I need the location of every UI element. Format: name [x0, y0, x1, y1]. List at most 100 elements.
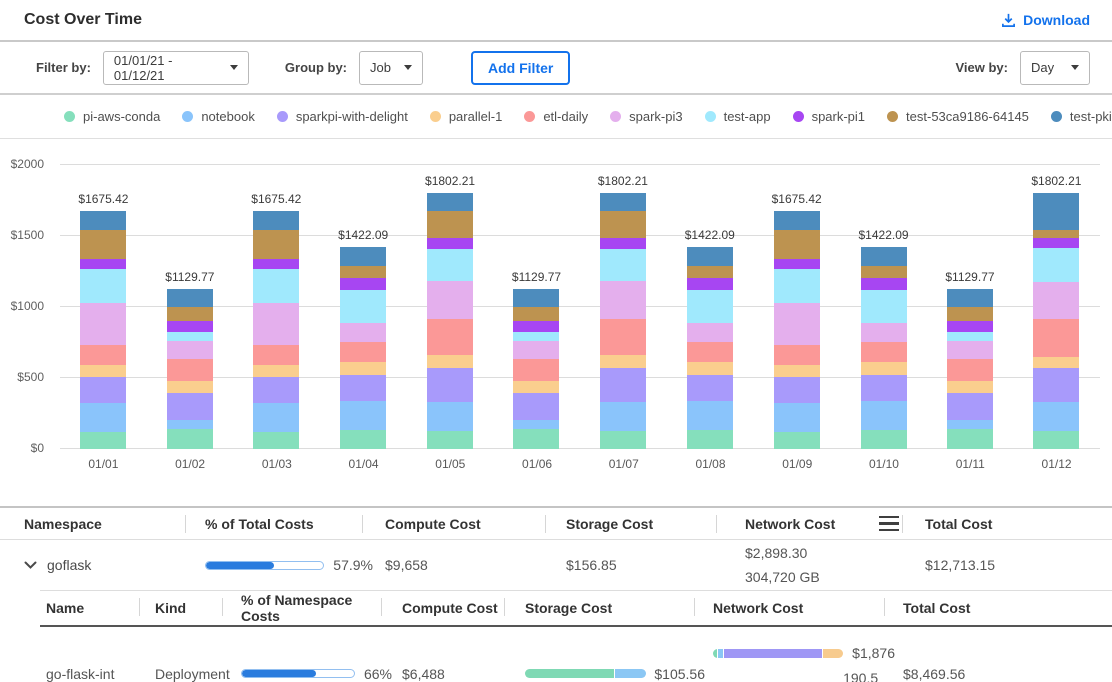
bar-segment[interactable] [167, 393, 213, 420]
bar-segment[interactable] [600, 319, 646, 355]
bar-segment[interactable] [167, 321, 213, 332]
bar-segment[interactable] [80, 259, 126, 270]
bar-segment[interactable] [861, 375, 907, 401]
bar-segment[interactable] [167, 307, 213, 322]
bar-segment[interactable] [1033, 193, 1079, 229]
bar-segment[interactable] [687, 362, 733, 374]
bar-segment[interactable] [861, 362, 907, 374]
bar-segment[interactable] [1033, 431, 1079, 449]
legend-item[interactable]: etl-daily [524, 109, 588, 124]
legend-item[interactable]: test-53ca9186-64145 [887, 109, 1029, 124]
bar-segment[interactable] [947, 359, 993, 381]
stacked-bar[interactable] [600, 193, 646, 449]
bar-segment[interactable] [687, 266, 733, 278]
chevron-down-icon[interactable] [24, 561, 37, 570]
bar-segment[interactable] [340, 362, 386, 374]
stacked-bar[interactable] [340, 247, 386, 449]
bar-segment[interactable] [167, 332, 213, 341]
bar-segment[interactable] [687, 401, 733, 431]
bar-segment[interactable] [427, 402, 473, 430]
bar-segment[interactable] [427, 249, 473, 281]
group-by-select[interactable]: Job [359, 51, 423, 85]
bar-segment[interactable] [253, 211, 299, 230]
legend-item[interactable]: spark-pi1 [793, 109, 865, 124]
subcol-pct-namespace-costs[interactable]: % of Namespace Costs [233, 591, 392, 625]
bar-segment[interactable] [427, 431, 473, 449]
bar-segment[interactable] [513, 381, 559, 394]
bar-segment[interactable] [861, 342, 907, 363]
subcol-storage-cost[interactable]: Storage Cost [515, 591, 705, 625]
col-storage-cost[interactable]: Storage Cost [556, 508, 727, 539]
bar-segment[interactable] [600, 281, 646, 319]
bar-segment[interactable] [80, 403, 126, 432]
legend-item[interactable]: sparkpi-with-delight [277, 109, 408, 124]
bar-segment[interactable] [513, 332, 559, 341]
bar-segment[interactable] [340, 278, 386, 290]
bar-segment[interactable] [340, 323, 386, 342]
bar-segment[interactable] [687, 247, 733, 266]
bar-segment[interactable] [427, 319, 473, 355]
bar-segment[interactable] [427, 211, 473, 238]
stacked-bar[interactable] [1033, 193, 1079, 449]
date-range-select[interactable]: 01/01/21 - 01/12/21 [103, 51, 249, 85]
bar-segment[interactable] [947, 321, 993, 332]
stacked-bar[interactable] [687, 247, 733, 449]
bar-segment[interactable] [687, 323, 733, 342]
bar-segment[interactable] [513, 307, 559, 322]
bar-segment[interactable] [427, 355, 473, 368]
col-network-cost[interactable]: Network Cost [727, 508, 913, 539]
bar-segment[interactable] [687, 375, 733, 401]
bar-segment[interactable] [340, 266, 386, 278]
legend-item[interactable]: spark-pi3 [610, 109, 682, 124]
col-total-cost[interactable]: Total Cost [913, 508, 1112, 539]
bar-segment[interactable] [427, 368, 473, 402]
bar-segment[interactable] [80, 303, 126, 346]
bar-segment[interactable] [1033, 282, 1079, 319]
bar-segment[interactable] [600, 211, 646, 238]
bar-segment[interactable] [861, 401, 907, 431]
stacked-bar[interactable] [513, 289, 559, 449]
bar-segment[interactable] [947, 332, 993, 341]
bar-segment[interactable] [600, 193, 646, 211]
bar-segment[interactable] [861, 278, 907, 290]
bar-segment[interactable] [774, 259, 820, 270]
bar-segment[interactable] [80, 269, 126, 302]
view-by-select[interactable]: Day [1020, 51, 1090, 85]
bar-segment[interactable] [600, 238, 646, 250]
bar-segment[interactable] [513, 321, 559, 332]
bar-segment[interactable] [1033, 357, 1079, 368]
stacked-bar[interactable] [774, 211, 820, 449]
bar-segment[interactable] [167, 420, 213, 429]
bar-segment[interactable] [687, 290, 733, 323]
bar-segment[interactable] [687, 342, 733, 363]
legend-item[interactable]: notebook [182, 109, 255, 124]
bar-segment[interactable] [1033, 319, 1079, 357]
bar-segment[interactable] [774, 211, 820, 230]
menu-icon[interactable] [879, 516, 899, 532]
bar-segment[interactable] [253, 230, 299, 258]
stacked-bar[interactable] [80, 211, 126, 449]
bar-segment[interactable] [947, 289, 993, 307]
bar-segment[interactable] [80, 345, 126, 364]
bar-segment[interactable] [253, 377, 299, 403]
bar-segment[interactable] [80, 365, 126, 378]
col-compute-cost[interactable]: Compute Cost [373, 508, 556, 539]
bar-segment[interactable] [513, 420, 559, 429]
bar-segment[interactable] [947, 420, 993, 429]
bar-segment[interactable] [600, 402, 646, 430]
bar-segment[interactable] [253, 432, 299, 449]
bar-segment[interactable] [774, 377, 820, 403]
stacked-bar[interactable] [427, 193, 473, 449]
bar-segment[interactable] [947, 429, 993, 449]
bar-segment[interactable] [167, 429, 213, 449]
bar-segment[interactable] [80, 211, 126, 230]
bar-segment[interactable] [253, 403, 299, 432]
bar-segment[interactable] [253, 259, 299, 270]
bar-segment[interactable] [167, 341, 213, 359]
bar-segment[interactable] [774, 432, 820, 449]
legend-item[interactable]: test-pkix [1051, 109, 1112, 124]
bar-segment[interactable] [340, 247, 386, 266]
namespace-expand-toggle[interactable]: goflask [0, 557, 196, 573]
bar-segment[interactable] [1033, 248, 1079, 282]
legend-item[interactable]: pi-aws-conda [64, 109, 160, 124]
